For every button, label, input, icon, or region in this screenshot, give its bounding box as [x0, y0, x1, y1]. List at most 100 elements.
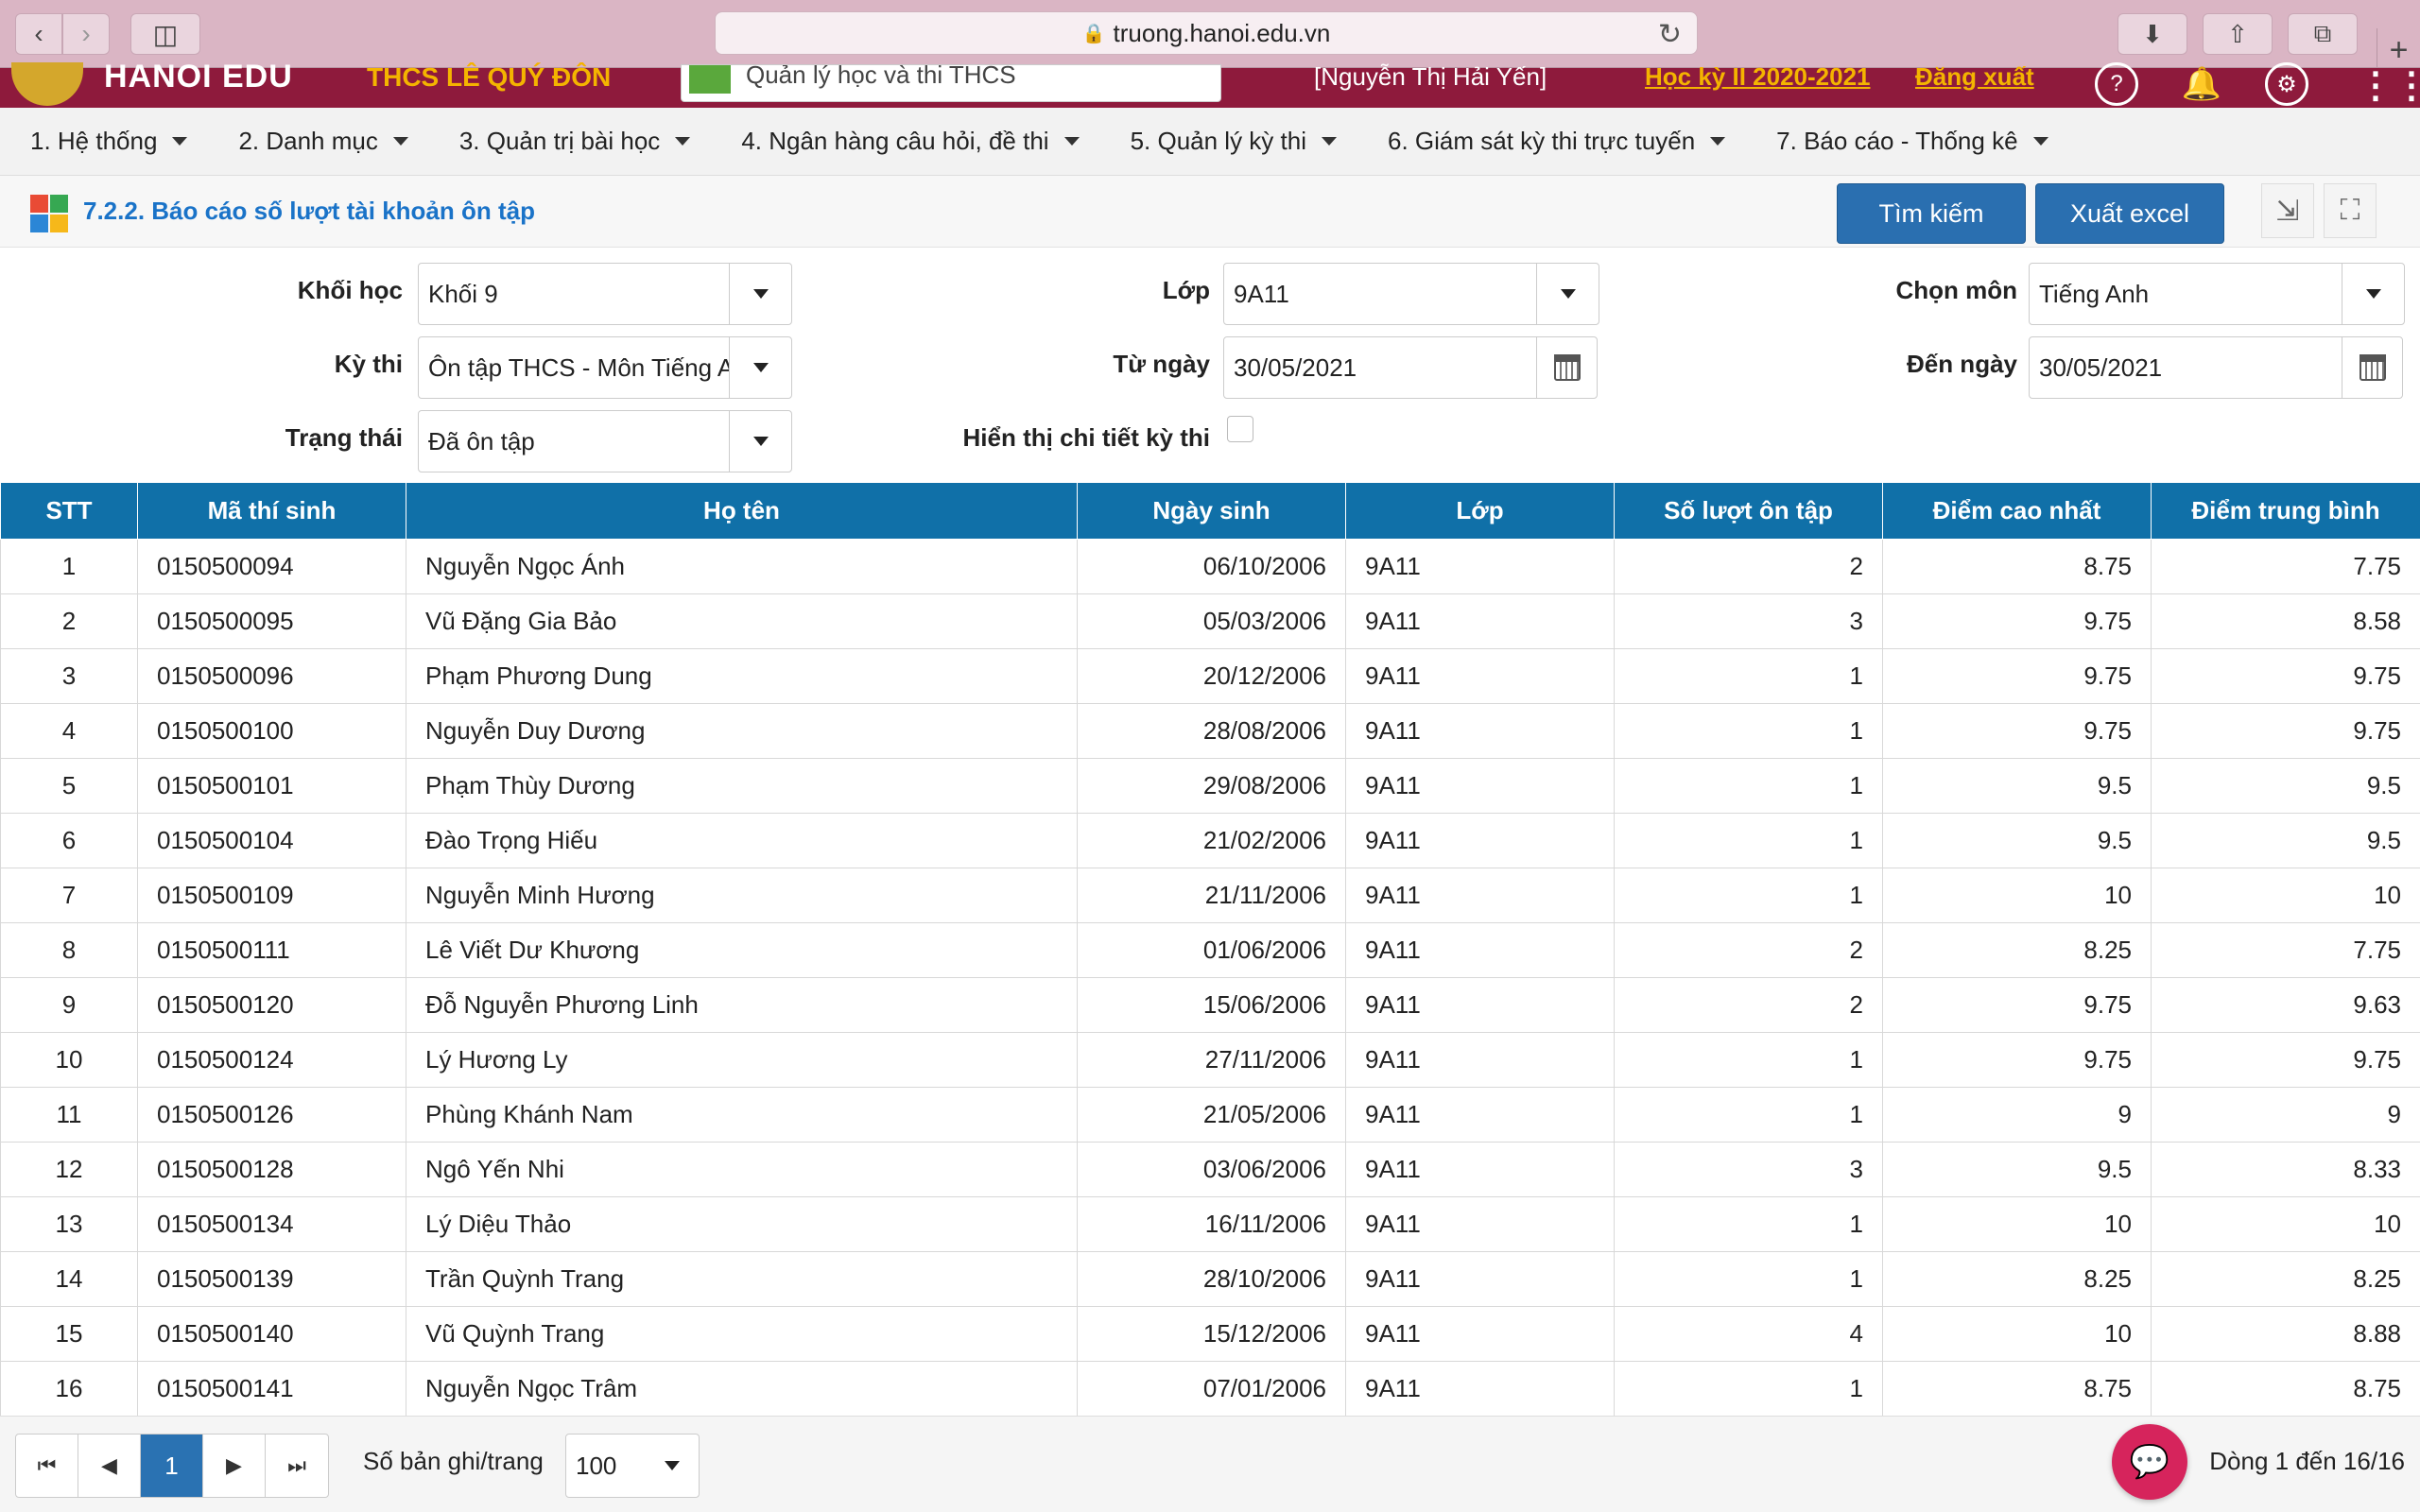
filter-form: Khối học Khối 9 Lớp 9A11 Chọn môn Tiếng … [0, 248, 2420, 482]
table-row[interactable]: 12 0150500128 Ngô Yến Nhi 03/06/2006 9A11 3 9.… [0, 1142, 2420, 1197]
fullscreen-icon[interactable]: ⛶ [2324, 183, 2377, 238]
last-page-icon[interactable]: ⏭ [266, 1435, 328, 1497]
cell-ho-ten: Ngô Yến Nhi [406, 1142, 1078, 1197]
chevron-down-icon [729, 337, 791, 398]
table-row[interactable]: 15 0150500140 Vũ Quỳnh Trang 15/12/2006 9A11… [0, 1306, 2420, 1362]
menu-quan-ly-ky-thi[interactable]: 5. Quản lý kỳ thi [1131, 127, 1337, 156]
cell-stt: 15 [0, 1306, 138, 1362]
table-row[interactable]: 10 0150500124 Lý Hương Ly 27/11/2006 9A11 1 9.… [0, 1032, 2420, 1088]
cell-so-luot-on-tap: 1 [1614, 813, 1883, 868]
ky-thi-value: Ôn tập THCS - Môn Tiếng Anh [428, 352, 729, 382]
table-row[interactable]: 13 0150500134 Lý Diệu Thảo 16/11/2006 9A11 1 1… [0, 1196, 2420, 1252]
table-row[interactable]: 2 0150500095 Vũ Đặng Gia Bảo 05/03/2006 9A11… [0, 593, 2420, 649]
cell-lop: 9A11 [1345, 539, 1615, 594]
trang-thai-select[interactable]: Đã ôn tập [418, 410, 792, 472]
menu-bao-cao-thong-ke[interactable]: 7. Báo cáo - Thống kê [1776, 127, 2048, 156]
cell-so-luot-on-tap: 1 [1614, 703, 1883, 759]
den-ngay-input[interactable]: 30/05/2021 [2029, 336, 2403, 399]
hien-thi-chi-tiet-label: Hiển thị chi tiết kỳ thi [962, 423, 1210, 452]
cell-ma-thi-sinh: 0150500139 [137, 1251, 406, 1307]
caret-down-icon [675, 137, 691, 146]
table-row[interactable]: 5 0150500101 Phạm Thùy Dương 29/08/2006 9A11… [0, 758, 2420, 814]
menu-giam-sat-ky-thi[interactable]: 6. Giám sát kỳ thi trực tuyến [1388, 127, 1726, 156]
address-bar[interactable]: 🔒 truong.hanoi.edu.vn ↻ [715, 11, 1698, 55]
module-selector[interactable]: Quản lý học và thi THCS [681, 64, 1221, 102]
cell-lop: 9A11 [1345, 868, 1615, 923]
back-icon[interactable]: ‹ [15, 13, 62, 55]
search-button[interactable]: Tìm kiếm [1837, 183, 2026, 244]
cell-ngay-sinh: 07/01/2006 [1077, 1361, 1346, 1416]
cell-stt: 3 [0, 648, 138, 704]
export-excel-button[interactable]: Xuất excel [2035, 183, 2224, 244]
ky-thi-select[interactable]: Ôn tập THCS - Môn Tiếng Anh [418, 336, 792, 399]
collapse-icon[interactable]: ⇲ [2261, 183, 2314, 238]
calendar-icon[interactable] [1536, 337, 1597, 398]
bell-icon[interactable]: 🔔 [2180, 62, 2223, 106]
tu-ngay-label: Từ ngày [1113, 350, 1210, 378]
table-row[interactable]: 14 0150500139 Trần Quỳnh Trang 28/10/2006 9A… [0, 1251, 2420, 1307]
lop-select[interactable]: 9A11 [1223, 263, 1599, 325]
report-table: STT Mã thí sinh Họ tên Ngày sinh Lớp Số lượt … [0, 482, 2420, 1416]
cell-so-luot-on-tap: 1 [1614, 1251, 1883, 1307]
current-page-button[interactable]: 1 [141, 1435, 203, 1497]
cell-ho-ten: Lê Viết Dư Khương [406, 922, 1078, 978]
first-page-icon[interactable]: ⏮ [16, 1435, 78, 1497]
header-stt: STT [0, 482, 138, 540]
chat-icon[interactable]: 💬 [2112, 1424, 2187, 1500]
row-info: Dòng 1 đến 16/16 [2209, 1447, 2405, 1475]
cell-stt: 13 [0, 1196, 138, 1252]
table-row[interactable]: 11 0150500126 Phùng Khánh Nam 21/05/2006 9A1… [0, 1087, 2420, 1143]
cell-diem-cao-nhat: 8.25 [1882, 1251, 2152, 1307]
next-page-icon[interactable]: ▶ [203, 1435, 266, 1497]
menu-quan-tri-bai-hoc[interactable]: 3. Quản trị bài học [459, 127, 691, 156]
menu-danh-muc[interactable]: 2. Danh mục [238, 127, 408, 156]
menu-label: 1. Hệ thống [30, 127, 158, 155]
menu-ngan-hang-cau-hoi[interactable]: 4. Ngân hàng câu hỏi, đề thi [741, 127, 1080, 156]
report-grid-icon [30, 195, 68, 232]
table-row[interactable]: 9 0150500120 Đỗ Nguyễn Phương Linh 15/06/20… [0, 977, 2420, 1033]
cell-diem-cao-nhat: 8.25 [1882, 922, 2152, 978]
cell-so-luot-on-tap: 3 [1614, 593, 1883, 649]
settings-icon[interactable]: ⚙ [2265, 62, 2308, 106]
table-row[interactable]: 7 0150500109 Nguyễn Minh Hương 21/11/2006 9A… [0, 868, 2420, 923]
school-name: THCS LÊ QUÝ ĐÔN [367, 62, 612, 92]
chon-mon-select[interactable]: Tiếng Anh [2029, 263, 2405, 325]
table-row[interactable]: 6 0150500104 Đào Trọng Hiếu 21/02/2006 9A11 1… [0, 813, 2420, 868]
logout-link[interactable]: Đăng xuất [1915, 62, 2034, 92]
calendar-icon[interactable] [2342, 337, 2402, 398]
sidebar-toggle-icon[interactable]: ◫ [130, 13, 200, 55]
table-row[interactable]: 4 0150500100 Nguyễn Duy Dương 28/08/2006 9A1… [0, 703, 2420, 759]
forward-icon[interactable]: › [62, 13, 110, 55]
table-row[interactable]: 8 0150500111 Lê Viết Dư Khương 01/06/2006 9A… [0, 922, 2420, 978]
cell-lop: 9A11 [1345, 1142, 1615, 1197]
hien-thi-chi-tiet-checkbox[interactable] [1227, 416, 1253, 442]
cell-diem-trung-binh: 8.25 [2151, 1251, 2420, 1307]
more-icon[interactable]: ⋮⋮ [2358, 64, 2420, 107]
cell-ngay-sinh: 16/11/2006 [1077, 1196, 1346, 1252]
page-size-select[interactable]: 100 [565, 1434, 700, 1498]
caret-down-icon [1063, 137, 1080, 146]
help-icon[interactable]: ? [2095, 62, 2138, 106]
cell-ho-ten: Nguyễn Ngọc Trâm [406, 1361, 1078, 1416]
table-row[interactable]: 16 0150500141 Nguyễn Ngọc Trâm 07/01/2006 9A… [0, 1361, 2420, 1416]
reload-icon[interactable]: ↻ [1658, 18, 1682, 51]
cell-ho-ten: Lý Diệu Thảo [406, 1196, 1078, 1252]
page-header: 7.2.2. Báo cáo số lượt tài khoản ôn tập … [0, 176, 2420, 248]
table-row[interactable]: 3 0150500096 Phạm Phương Dung 20/12/2006 9A1… [0, 648, 2420, 704]
tu-ngay-input[interactable]: 30/05/2021 [1223, 336, 1598, 399]
cell-diem-cao-nhat: 9.5 [1882, 813, 2152, 868]
table-row[interactable]: 1 0150500094 Nguyễn Ngọc Ánh 06/10/2006 9A11… [0, 539, 2420, 594]
pagination-bar: ⏮ ◀ 1 ▶ ⏭ Số bản ghi/trang 100 💬 Dòng 1 … [0, 1416, 2420, 1512]
khoi-hoc-select[interactable]: Khối 9 [418, 263, 792, 325]
prev-page-icon[interactable]: ◀ [78, 1435, 141, 1497]
cell-diem-trung-binh: 8.88 [2151, 1306, 2420, 1362]
chevron-down-icon [729, 264, 791, 324]
cell-ngay-sinh: 28/08/2006 [1077, 703, 1346, 759]
cell-ngay-sinh: 21/05/2006 [1077, 1087, 1346, 1143]
menu-label: 2. Danh mục [238, 127, 378, 155]
share-icon[interactable]: ⇧ [2203, 13, 2273, 55]
menu-he-thong[interactable]: 1. Hệ thống [30, 127, 188, 156]
download-icon[interactable]: ⬇ [2118, 13, 2187, 55]
tabs-overview-icon[interactable]: ⧉ [2288, 13, 2358, 55]
school-year-link[interactable]: Học kỳ II 2020-2021 [1645, 62, 1871, 92]
